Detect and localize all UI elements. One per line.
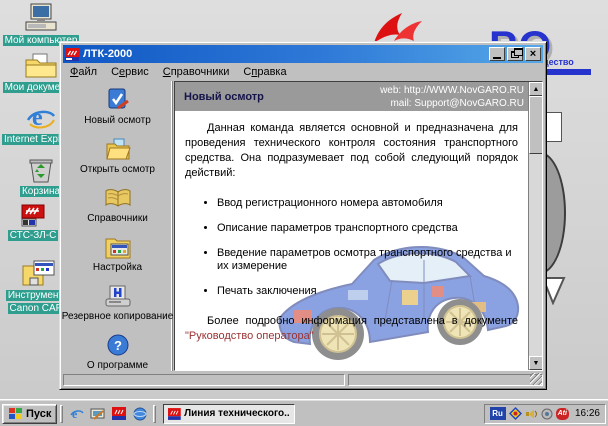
wallpaper-brand-bar <box>543 69 591 75</box>
close-button[interactable]: × <box>525 47 541 61</box>
minimize-button[interactable] <box>489 47 505 61</box>
sidebar-button-backup[interactable]: Резервное копирование <box>63 282 172 331</box>
tray-diamond-icon[interactable] <box>509 407 522 420</box>
statusbar <box>63 372 543 386</box>
quick-launch-channels-icon[interactable] <box>131 405 148 422</box>
bullet-item: Описание параметров транспортного средст… <box>217 222 518 235</box>
content-body: Данная команда является основной и предн… <box>175 111 542 370</box>
taskbar: Пуск e Линия технического... Ru Ati 1 <box>0 400 608 426</box>
app-window: ЛТК-2000 × Файл Сервис Справочники Справ… <box>59 41 547 390</box>
clock[interactable]: 16:26 <box>575 408 600 419</box>
titlebar[interactable]: ЛТК-2000 × <box>63 45 543 63</box>
settings-icon <box>104 233 132 261</box>
sidebar-button-settings[interactable]: Настройка <box>63 233 172 282</box>
windows-logo-icon <box>8 407 23 420</box>
desktop-icon-label: Корзина <box>20 186 62 197</box>
my-documents-icon <box>24 52 58 80</box>
my-computer-icon <box>24 3 58 33</box>
menu-item-service[interactable]: Сервис <box>111 66 149 78</box>
task-button-ltk[interactable]: Линия технического... <box>163 404 295 424</box>
window-main-area: Новый осмотр Открыть осмотр <box>63 81 543 371</box>
recycle-bin-icon <box>27 156 55 184</box>
start-label: Пуск <box>26 408 51 420</box>
system-tray: Ru Ati 16:26 <box>484 404 606 424</box>
quick-launch: e <box>66 405 150 422</box>
web-link[interactable]: web: http://WWW.NovGARO.RU <box>380 85 524 96</box>
vertical-scrollbar[interactable]: ▲ ▼ <box>528 82 542 370</box>
resize-grip[interactable] <box>530 373 542 385</box>
stc-app-icon <box>21 204 45 228</box>
menubar: Файл Сервис Справочники Справка <box>63 63 543 80</box>
internet-explorer-icon: e <box>26 104 56 132</box>
reference-book-icon <box>104 184 132 212</box>
bullet-item: Введение параметров осмотра транспортног… <box>217 247 518 273</box>
sidebar-button-references[interactable]: Справочники <box>63 184 172 233</box>
toolbar-handle[interactable] <box>153 405 156 423</box>
quick-launch-novgaro-icon[interactable] <box>110 405 127 422</box>
menu-item-references[interactable]: Справочники <box>163 66 230 78</box>
bullet-item: Ввод регистрационного номера автомобиля <box>217 197 518 210</box>
intro-paragraph: Данная команда является основной и предн… <box>185 121 518 181</box>
document-name: "Руководство оператора" <box>185 330 314 342</box>
menu-item-file[interactable]: Файл <box>70 66 97 78</box>
scroll-up-button[interactable]: ▲ <box>529 82 543 96</box>
footer-paragraph: Более подробно информация представлена в… <box>185 314 518 344</box>
svg-text:?: ? <box>114 338 122 353</box>
desktop-icon-label: СТС-ЗЛ-С <box>8 230 59 241</box>
bullet-item: Печать заключения <box>217 285 518 298</box>
language-indicator[interactable]: Ru <box>490 407 506 420</box>
content-title: Новый осмотр <box>184 91 264 103</box>
restore-button[interactable] <box>507 47 523 61</box>
bullet-list: Ввод регистрационного номера автомобиля … <box>217 197 518 298</box>
quick-launch-ie-icon[interactable]: e <box>68 405 85 422</box>
toolbar-handle[interactable] <box>60 405 63 423</box>
app-title-icon <box>65 48 79 61</box>
window-title: ЛТК-2000 <box>83 48 487 60</box>
scroll-thumb[interactable] <box>529 96 543 154</box>
new-inspection-icon <box>105 86 131 114</box>
menu-item-help[interactable]: Справка <box>243 66 286 78</box>
svg-text:e: e <box>72 407 78 421</box>
content-panel: Новый осмотр web: http://WWW.NovGARO.RU … <box>174 81 543 371</box>
sidebar-button-open-inspection[interactable]: Открыть осмотр <box>63 135 172 184</box>
tray-misc-icon[interactable] <box>541 408 553 420</box>
ati-tray-icon[interactable]: Ati <box>556 408 569 420</box>
desktop-icon-stc[interactable]: СТС-ЗЛ-С <box>2 204 64 242</box>
about-question-icon: ? <box>107 331 129 359</box>
scroll-down-button[interactable]: ▼ <box>529 356 543 370</box>
open-folder-icon <box>105 135 131 163</box>
backup-drive-icon <box>104 282 132 310</box>
quick-launch-desktop-icon[interactable] <box>89 405 106 422</box>
canon-tools-icon <box>22 258 56 288</box>
task-app-icon <box>168 408 181 420</box>
wallpaper-flame-logo <box>372 11 424 45</box>
start-button[interactable]: Пуск <box>2 404 57 424</box>
sidebar-button-new-inspection[interactable]: Новый осмотр <box>63 86 172 135</box>
sidebar: Новый осмотр Открыть осмотр <box>63 81 173 371</box>
volume-icon[interactable] <box>525 408 538 420</box>
content-header: Новый осмотр web: http://WWW.NovGARO.RU … <box>175 82 542 111</box>
wallpaper-shape-rect <box>546 112 562 142</box>
status-pane-right <box>348 374 543 386</box>
mail-link[interactable]: mail: Support@NovGARO.RU <box>390 98 524 109</box>
status-pane-left <box>63 374 345 386</box>
